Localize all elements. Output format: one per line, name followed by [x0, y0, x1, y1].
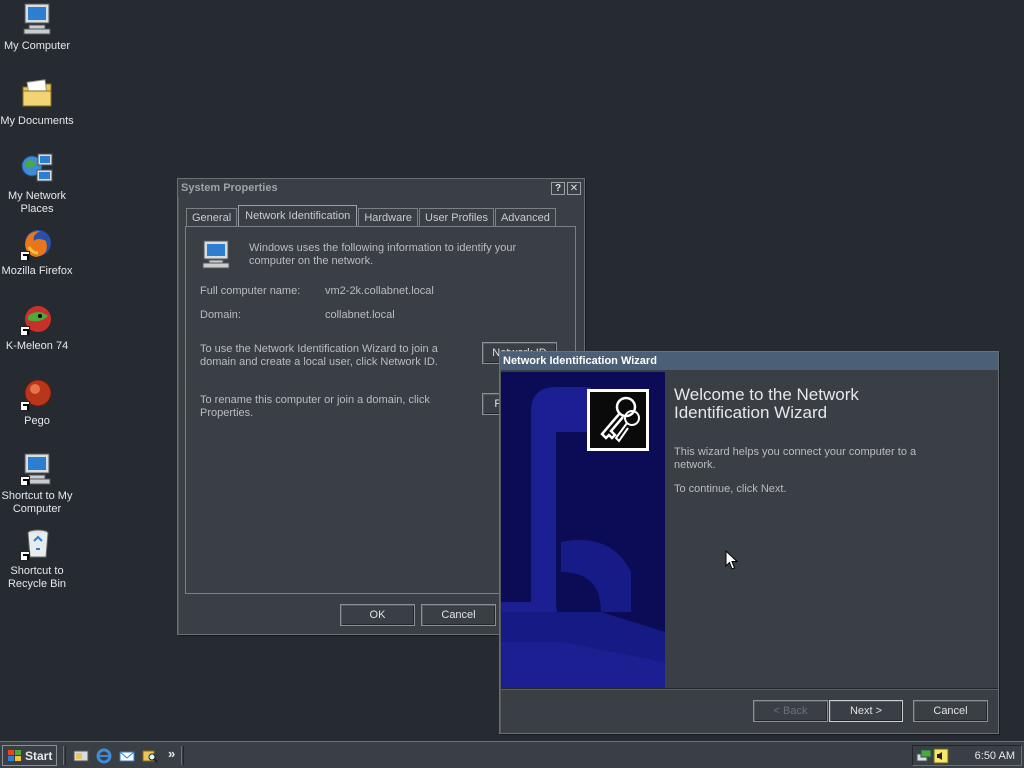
tab-user-profiles[interactable]: User Profiles — [419, 208, 494, 226]
desktop-icon-my-computer[interactable]: My Computer — [0, 2, 74, 53]
desktop-icon-my-documents[interactable]: My Documents — [0, 77, 74, 128]
start-label: Start — [25, 748, 53, 763]
desktop-icon-shortcut-recycle-bin[interactable]: Shortcut to Recycle Bin — [0, 527, 74, 591]
wizard-separator — [501, 688, 998, 690]
desktop-icon-label: Shortcut to My Computer — [1, 490, 73, 515]
computer-icon — [200, 239, 232, 274]
desktop-icon-pego[interactable]: Pego — [0, 377, 74, 428]
desktop-icon-label: Pego — [24, 415, 50, 427]
computer-icon — [20, 452, 54, 486]
desktop-icon-label: Mozilla Firefox — [1, 265, 73, 277]
tab-hardware[interactable]: Hardware — [358, 208, 418, 226]
full-computer-name-value: vm2-2k.collabnet.local — [325, 285, 434, 297]
keys-icon — [587, 389, 649, 451]
shortcut-arrow-icon — [20, 401, 30, 411]
help-button[interactable]: ? — [551, 181, 565, 195]
start-button[interactable]: Start — [2, 745, 57, 766]
full-computer-name-label: Full computer name: — [200, 285, 301, 297]
volume-tray-icon[interactable] — [933, 748, 949, 767]
quick-launch-chevron[interactable]: » — [168, 746, 175, 761]
show-desktop-icon[interactable] — [73, 748, 89, 764]
intro-text: Windows uses the following information t… — [249, 242, 517, 267]
window-title: Network Identification Wizard — [503, 355, 657, 367]
windows-logo-icon — [8, 749, 21, 761]
recycle-bin-icon — [20, 527, 54, 561]
desktop-icon-k-meleon[interactable]: K-Meleon 74 — [0, 302, 74, 353]
wizard-titlebar[interactable]: Network Identification Wizard — [500, 352, 998, 370]
desktop-icon-label: My Computer — [3, 40, 71, 52]
shortcut-arrow-icon — [20, 251, 30, 261]
wizard-continue-text: To continue, click Next. — [674, 483, 787, 495]
tab-network-identification[interactable]: Network Identification — [238, 205, 358, 226]
shortcut-arrow-icon — [20, 476, 30, 486]
domain-value: collabnet.local — [325, 309, 395, 321]
taskbar-divider — [63, 746, 66, 765]
desktop-icon-label: K-Meleon 74 — [5, 340, 69, 352]
taskbar-divider — [181, 746, 184, 765]
domain-label: Domain: — [200, 309, 241, 321]
clock: 6:50 AM — [974, 750, 1015, 762]
shortcut-arrow-icon — [20, 551, 30, 561]
cancel-button[interactable]: Cancel — [913, 700, 988, 722]
desktop-icon-label: Shortcut to Recycle Bin — [7, 565, 67, 590]
tab-general[interactable]: General — [186, 208, 238, 226]
network-places-icon — [20, 152, 54, 186]
ok-button[interactable]: OK — [340, 604, 415, 626]
wizard-side-graphic — [501, 372, 665, 688]
network-tray-icon[interactable] — [916, 748, 932, 767]
system-properties-titlebar[interactable]: System Properties ? ✕ — [178, 179, 584, 197]
network-identification-wizard-window: Network Identification Wizard Welcome to… — [499, 351, 999, 734]
cancel-button[interactable]: Cancel — [421, 604, 496, 626]
next-button[interactable]: Next > — [829, 700, 903, 722]
k-meleon-icon — [20, 302, 54, 336]
search-icon[interactable] — [142, 748, 158, 764]
desktop-icon-label: My Network Places — [7, 190, 67, 215]
close-button[interactable]: ✕ — [567, 181, 581, 195]
window-title: System Properties — [181, 182, 278, 194]
tab-advanced[interactable]: Advanced — [494, 208, 556, 226]
rename-instructions: To rename this computer or join a domain… — [200, 394, 430, 419]
wizard-description: This wizard helps you connect your compu… — [674, 446, 917, 471]
shortcut-arrow-icon — [20, 326, 30, 336]
wizard-heading: Welcome to the Network Identification Wi… — [674, 385, 859, 422]
network-id-instructions: To use the Network Identification Wizard… — [200, 343, 438, 368]
internet-explorer-icon[interactable] — [96, 748, 112, 764]
computer-icon — [20, 2, 54, 36]
pego-icon — [20, 377, 54, 411]
system-tray: 6:50 AM — [912, 745, 1022, 766]
back-button[interactable]: < Back — [753, 700, 828, 722]
mouse-cursor-icon — [725, 549, 739, 574]
desktop-icon-shortcut-my-computer[interactable]: Shortcut to My Computer — [0, 452, 74, 516]
desktop-icon-my-network-places[interactable]: My Network Places — [0, 152, 74, 216]
taskbar: Start » 6:50 AM — [0, 741, 1024, 768]
desktop-icon-mozilla-firefox[interactable]: Mozilla Firefox — [0, 227, 74, 278]
outlook-express-icon[interactable] — [119, 748, 135, 764]
tab-strip: General Network Identification Hardware … — [186, 205, 557, 226]
firefox-icon — [20, 227, 54, 261]
desktop-icon-label: My Documents — [0, 115, 74, 127]
documents-folder-icon — [20, 77, 54, 111]
